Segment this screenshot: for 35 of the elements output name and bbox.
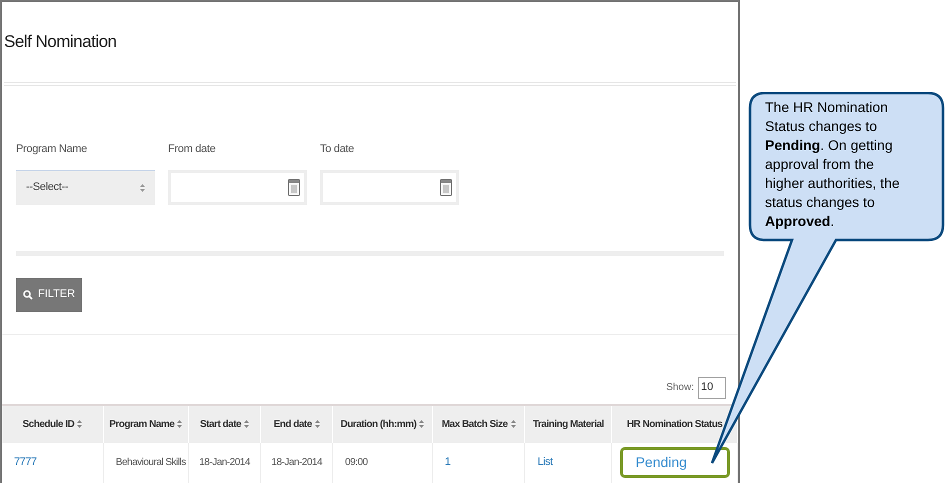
table-cell: 09:00	[345, 457, 368, 468]
table-cell: Behavioural Skills	[116, 457, 186, 468]
field-label: From date	[168, 142, 216, 157]
column-header[interactable]: End date	[260, 404, 333, 442]
field-label: To date	[320, 142, 355, 157]
table-cell: 18-Jan-2014	[199, 457, 250, 468]
search-icon	[23, 290, 33, 300]
column-header[interactable]: Max Batch Size	[432, 404, 525, 442]
table-link[interactable]: 7777	[14, 456, 36, 468]
program-select[interactable]: --Select--	[16, 170, 155, 204]
table-link[interactable]: List	[537, 456, 553, 468]
table-link[interactable]: 1	[444, 456, 450, 468]
sort-icon[interactable]	[419, 420, 424, 428]
column-header[interactable]: Schedule ID	[2, 404, 104, 442]
callout-text: The HR Nomination Status changes to Pending. On getting approval from the higher authorities, the status changes to Approved.	[765, 98, 901, 231]
page-size-select[interactable]: 10	[698, 376, 726, 398]
table-cell: 18-Jan-2014	[271, 457, 322, 468]
sort-icon[interactable]	[244, 420, 250, 428]
sort-icon[interactable]	[510, 420, 516, 428]
sort-icon[interactable]	[314, 420, 320, 428]
field-label: Program Name	[16, 142, 88, 157]
page-title: Self Nomination	[4, 31, 117, 54]
column-header[interactable]: Program Name	[103, 404, 188, 442]
date-field[interactable]	[320, 170, 459, 204]
calendar-icon[interactable]	[288, 178, 300, 196]
filter-button[interactable]: FILTER	[16, 278, 82, 312]
date-field[interactable]	[168, 170, 307, 204]
select-arrows-icon	[140, 184, 145, 192]
column-header[interactable]: Start date	[188, 404, 261, 442]
sort-icon[interactable]	[77, 420, 82, 428]
calendar-icon[interactable]	[440, 178, 452, 196]
show-label: Show:	[666, 381, 694, 395]
sort-icon[interactable]	[177, 420, 182, 428]
column-header: Training Material	[524, 404, 612, 442]
column-header[interactable]: Duration (hh:mm)	[332, 404, 432, 442]
